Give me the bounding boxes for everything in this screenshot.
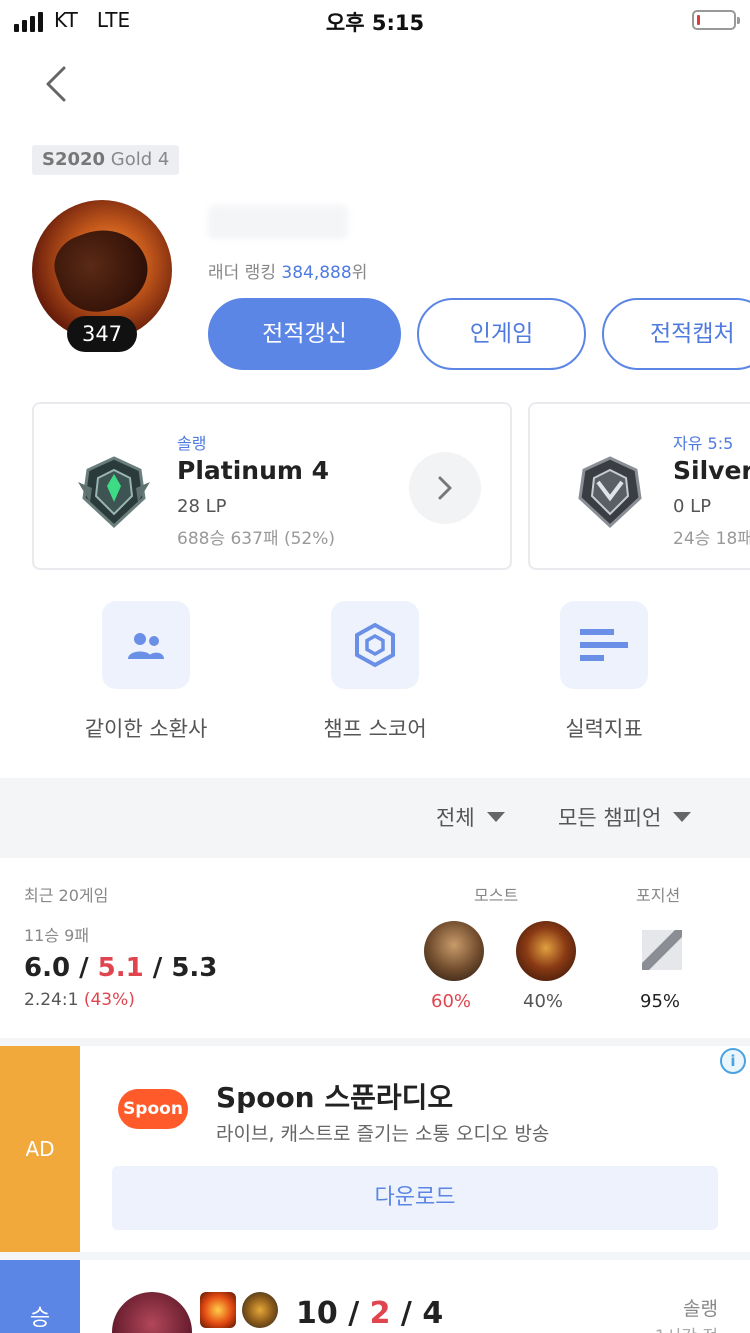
season-tier: Gold 4: [110, 149, 170, 170]
refresh-record-button[interactable]: 전적갱신: [208, 298, 401, 370]
info-icon[interactable]: i: [720, 1048, 746, 1074]
clock: 오후 5:15: [325, 11, 425, 35]
ladder-rank: 래더 랭킹 384,888위: [208, 263, 368, 283]
rank-record: 24승 18패: [673, 529, 750, 549]
most-champion-avatar[interactable]: [424, 921, 484, 981]
match-result-badge: 승: [0, 1260, 80, 1333]
skill-index-shortcut[interactable]: 실력지표: [524, 601, 684, 743]
ignite-spell-icon: [200, 1292, 236, 1328]
season-tier-tag: S2020 Gold 4: [32, 145, 180, 175]
position-rate: 95%: [640, 991, 681, 1012]
most-champion-avatar[interactable]: [516, 921, 576, 981]
played-with-shortcut[interactable]: 같이한 소환사: [66, 601, 226, 743]
rank-queue-label: 솔랭: [177, 434, 207, 453]
position-label: 포지션: [636, 886, 681, 905]
hexagon-icon: [355, 622, 395, 668]
champion-winrate: 60%: [431, 991, 472, 1012]
solo-rank-card[interactable]: 솔랭 Platinum 4 28 LP 688승 637패 (52%): [32, 402, 512, 570]
shortcut-label: 챔프 스코어: [323, 717, 427, 741]
chevron-right-icon: [438, 476, 452, 500]
match-queue: 솔랭: [683, 1298, 718, 1320]
download-button[interactable]: 다운로드: [112, 1166, 718, 1230]
rank-detail-button[interactable]: [409, 452, 481, 524]
ladder-rank-value: 384,888: [281, 263, 352, 283]
ad-title: Spoon 스푼라디오: [216, 1081, 454, 1114]
summoner-name-blurred: [208, 205, 348, 239]
filter-bar: 전체 모든 챔피언: [0, 778, 750, 858]
battery-icon: [692, 10, 740, 30]
flex-rank-card[interactable]: 자유 5:5 Silver 0 LP 24승 18패: [528, 402, 750, 570]
champion-filter[interactable]: 모든 챔피언: [558, 802, 692, 832]
match-row[interactable]: 승 10 / 2 / 4 솔랭 1시간 전: [0, 1260, 750, 1333]
ingame-button[interactable]: 인게임: [417, 298, 586, 370]
spoon-logo: Spoon: [118, 1089, 188, 1129]
average-kda: 6.0 / 5.1 / 5.3: [24, 953, 218, 983]
recent-games-summary: 최근 20게임 11승 9패 6.0 / 5.1 / 5.3 2.24:1 (4…: [0, 858, 750, 1038]
rank-lp: 0 LP: [673, 496, 712, 517]
back-button[interactable]: [38, 62, 78, 106]
caret-down-icon: [673, 812, 692, 822]
rank-record: 688승 637패 (52%): [177, 529, 336, 549]
silver-emblem-icon: [578, 456, 642, 529]
shortcut-label: 실력지표: [565, 717, 643, 741]
win-loss-record: 11승 9패: [24, 926, 90, 945]
shortcut-label: 같이한 소환사: [84, 717, 208, 741]
match-time: 1시간 전: [655, 1322, 718, 1333]
ad-banner[interactable]: AD Spoon i Spoon 스푼라디오 라이브, 캐스트로 즐기는 소통 …: [0, 1046, 750, 1252]
rune-icon: [242, 1292, 278, 1328]
platinum-emblem-icon: [78, 456, 150, 529]
kda-ratio: 2.24:1 (43%): [24, 990, 135, 1010]
users-icon: [128, 633, 164, 659]
section-divider: [0, 1252, 750, 1260]
rank-tier: Silver: [673, 456, 750, 485]
game-type-filter[interactable]: 전체: [436, 802, 505, 832]
match-kda: 10 / 2 / 4: [296, 1296, 444, 1331]
champion-winrate: 40%: [523, 991, 564, 1012]
section-divider: [0, 1038, 750, 1046]
season-label: S2020: [42, 149, 106, 170]
rank-queue-label: 자유 5:5: [673, 434, 734, 453]
caret-down-icon: [486, 812, 505, 822]
ad-badge: AD: [0, 1046, 80, 1252]
most-label: 모스트: [474, 886, 519, 905]
rank-lp: 28 LP: [177, 496, 227, 517]
chevron-left-icon: [46, 66, 66, 102]
rank-tier: Platinum 4: [177, 456, 330, 485]
bar-chart-icon: [580, 629, 628, 661]
status-bar: KT LTE 오후 5:15: [0, 0, 750, 40]
capture-record-button[interactable]: 전적캡처: [602, 298, 750, 370]
champ-score-shortcut[interactable]: 챔프 스코어: [295, 601, 455, 743]
ad-description: 라이브, 캐스트로 즐기는 소통 오디오 방송: [216, 1123, 550, 1145]
summoner-level-badge: 347: [67, 316, 137, 352]
position-jungle-icon: [642, 930, 682, 970]
match-champion-avatar: [112, 1292, 192, 1333]
recent-games-label: 최근 20게임: [24, 886, 109, 905]
